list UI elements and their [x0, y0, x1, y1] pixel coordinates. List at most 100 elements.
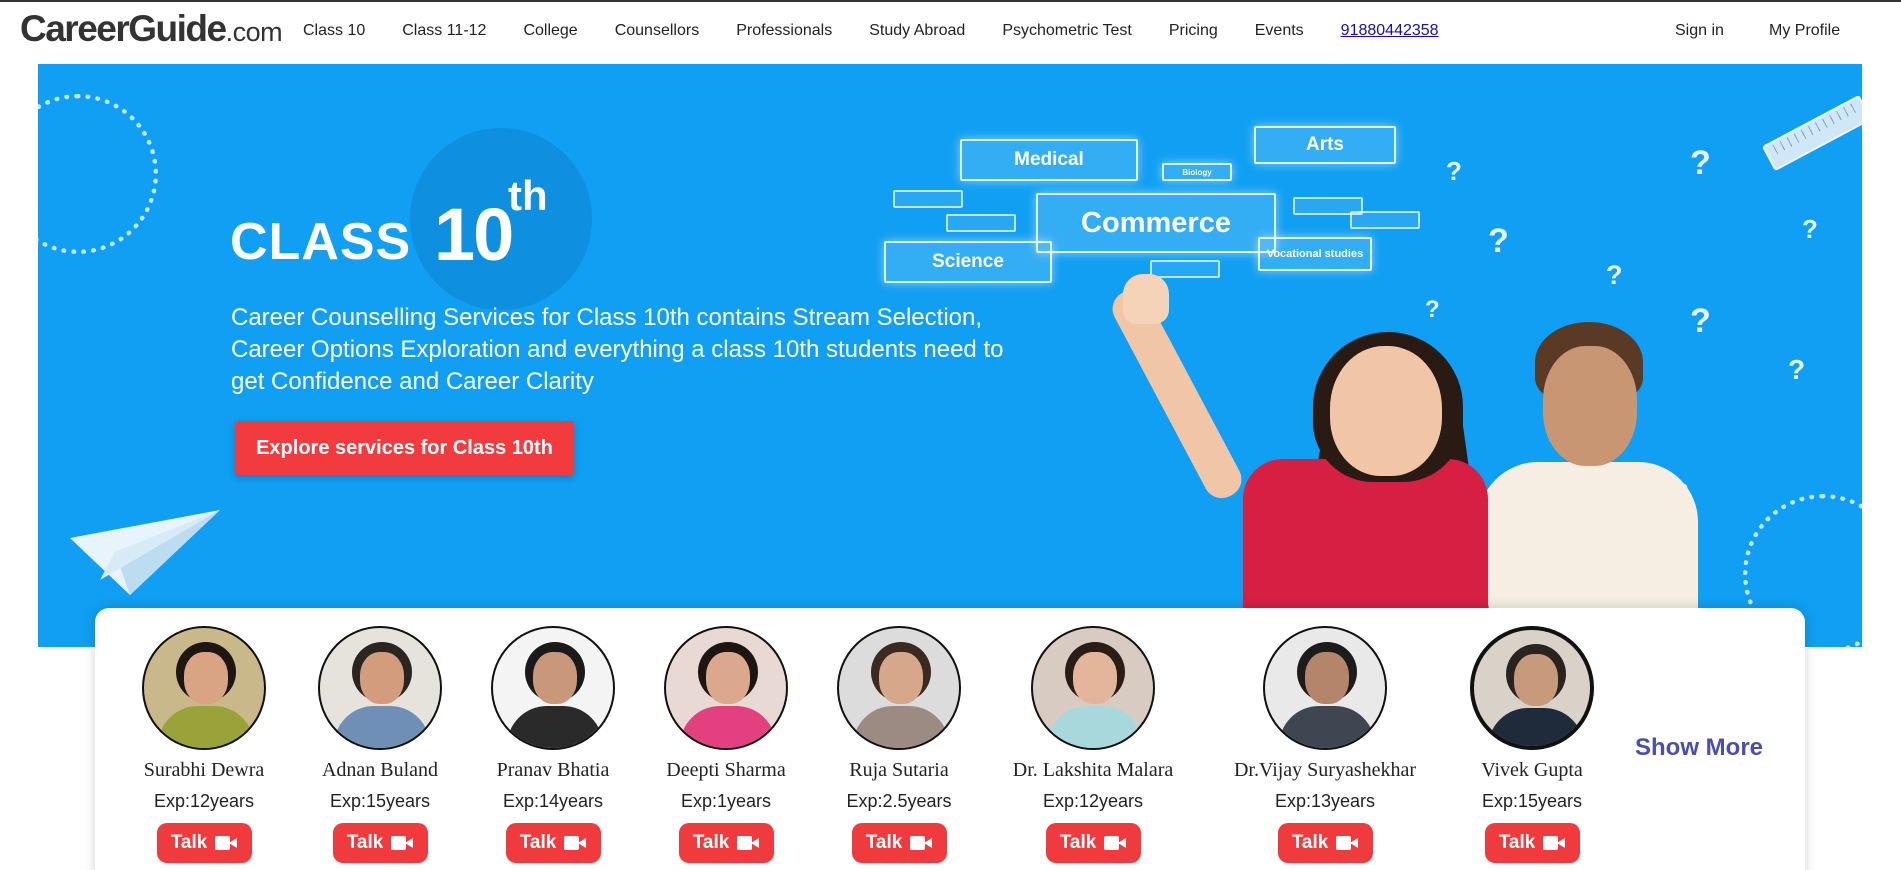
question-mark: ? [1606, 260, 1623, 290]
counsellor-name: Surabhi Dewra [143, 759, 265, 781]
talk-label: Talk [1498, 832, 1536, 853]
video-camera-icon [1543, 836, 1566, 850]
talk-button[interactable]: Talk [1484, 823, 1580, 863]
counsellor-card[interactable]: Deepti Sharma Exp:1years Talk [631, 626, 821, 863]
counsellor-name: Adnan Buland [321, 759, 439, 781]
boy-face [1543, 346, 1637, 466]
video-camera-icon [215, 836, 238, 850]
blank-tag [893, 190, 963, 208]
nav-links: Class 10 Class 11-12 College Counsellors… [303, 22, 1476, 40]
sign-in-link[interactable]: Sign in [1675, 22, 1724, 40]
tag-science: Science [884, 241, 1052, 283]
nav-link-class-10[interactable]: Class 10 [303, 22, 365, 40]
talk-label: Talk [1291, 832, 1329, 853]
tag-arts: Arts [1254, 126, 1396, 164]
counsellor-experience: Exp:1years [680, 791, 772, 811]
counsellor-card[interactable]: Ruja Sutaria Exp:2.5years Talk [804, 626, 994, 863]
explore-class-10-button[interactable]: Explore services for Class 10th [235, 421, 574, 475]
talk-button[interactable]: Talk [156, 823, 252, 863]
question-mark: ? [1690, 302, 1711, 340]
question-mark: ? [1802, 214, 1818, 244]
counsellor-avatar[interactable] [837, 626, 961, 750]
talk-button[interactable]: Talk [1277, 823, 1373, 863]
talk-button[interactable]: Talk [678, 823, 774, 863]
talk-label: Talk [170, 832, 208, 853]
tag-medical: Medical [960, 139, 1138, 181]
counsellor-card[interactable]: Dr. Lakshita Malara Exp:12years Talk [998, 626, 1188, 863]
logo-main: CareerGuide [20, 8, 227, 49]
counsellor-avatar[interactable] [1031, 626, 1155, 750]
question-mark: ? [1690, 144, 1711, 182]
talk-label: Talk [519, 832, 557, 853]
counsellor-name: Deepti Sharma [666, 759, 786, 781]
show-more-link[interactable]: Show More [1635, 734, 1763, 762]
talk-label: Talk [1059, 832, 1097, 853]
blank-tag [1350, 211, 1420, 229]
counsellor-card[interactable]: Dr.Vijay Suryashekhar Exp:13years Talk [1230, 626, 1420, 863]
talk-label: Talk [865, 832, 903, 853]
counsellor-experience: Exp:2.5years [846, 791, 952, 811]
counsellor-name: Vivek Gupta [1481, 759, 1583, 781]
decorative-ring-left [38, 94, 158, 254]
nav-link-professionals[interactable]: Professionals [736, 22, 832, 40]
counsellor-card[interactable]: Adnan Buland Exp:15years Talk [285, 626, 475, 863]
video-camera-icon [1336, 836, 1359, 850]
nav-link-counsellors[interactable]: Counsellors [615, 22, 699, 40]
nav-link-class-11-12[interactable]: Class 11-12 [402, 22, 486, 40]
girl-face [1330, 346, 1442, 476]
counsellor-card[interactable]: Pranav Bhatia Exp:14years Talk [458, 626, 648, 863]
nav-phone-link[interactable]: 91880442358 [1341, 22, 1439, 40]
video-camera-icon [910, 836, 933, 850]
video-camera-icon [564, 836, 587, 850]
girl-hand [1123, 274, 1169, 324]
counsellor-avatar[interactable] [491, 626, 615, 750]
counsellor-avatar[interactable] [318, 626, 442, 750]
video-camera-icon [1104, 836, 1127, 850]
top-navbar: CareerGuide.com Class 10 Class 11-12 Col… [0, 2, 1901, 64]
counsellor-avatar[interactable] [1470, 626, 1594, 750]
question-mark: ? [1788, 354, 1806, 385]
nav-link-college[interactable]: College [523, 22, 577, 40]
counsellor-experience: Exp:15years [329, 791, 431, 811]
video-camera-icon [737, 836, 760, 850]
counsellor-name: Dr.Vijay Suryashekhar [1233, 759, 1417, 781]
counsellor-avatar[interactable] [142, 626, 266, 750]
careerguide-logo[interactable]: CareerGuide.com [20, 8, 283, 50]
question-mark: ? [1488, 222, 1509, 260]
talk-button[interactable]: Talk [505, 823, 601, 863]
class-word: CLASS [230, 213, 412, 271]
counsellor-avatar[interactable] [1263, 626, 1387, 750]
counsellor-name: Dr. Lakshita Malara [1012, 759, 1174, 781]
nav-link-events[interactable]: Events [1255, 22, 1304, 40]
counsellor-card[interactable]: Vivek Gupta Exp:15years Talk [1437, 626, 1627, 863]
talk-button[interactable]: Talk [1045, 823, 1141, 863]
counsellor-experience: Exp:14years [502, 791, 604, 811]
tag-biology: Biology [1162, 163, 1232, 181]
my-profile-link[interactable]: My Profile [1769, 22, 1840, 40]
nav-link-study-abroad[interactable]: Study Abroad [869, 22, 965, 40]
counsellor-experience: Exp:12years [1042, 791, 1144, 811]
blank-tag [946, 214, 1016, 232]
question-mark: ? [1446, 156, 1462, 186]
talk-button[interactable]: Talk [332, 823, 428, 863]
ruler-illustration [1761, 94, 1862, 172]
counsellor-name: Pranav Bhatia [496, 759, 610, 781]
class-number: 10 [434, 193, 514, 276]
counsellor-name: Ruja Sutaria [849, 759, 949, 781]
paper-plane-icon [70, 510, 220, 595]
video-camera-icon [391, 836, 414, 850]
question-mark: ? [1425, 296, 1440, 323]
counsellor-avatar[interactable] [664, 626, 788, 750]
counsellor-experience: Exp:12years [153, 791, 255, 811]
nav-link-psychometric-test[interactable]: Psychometric Test [1002, 22, 1132, 40]
tag-vocational-studies: Vocational studies [1258, 237, 1372, 271]
tag-commerce: Commerce [1036, 193, 1276, 253]
talk-label: Talk [692, 832, 730, 853]
talk-button[interactable]: Talk [851, 823, 947, 863]
counsellor-card[interactable]: Surabhi Dewra Exp:12years Talk [109, 626, 299, 863]
counsellor-experience: Exp:13years [1274, 791, 1376, 811]
talk-label: Talk [346, 832, 384, 853]
class-suffix: th [508, 172, 548, 219]
nav-link-pricing[interactable]: Pricing [1169, 22, 1218, 40]
counsellors-card: Surabhi Dewra Exp:12years Talk Adnan Bul… [95, 608, 1805, 870]
